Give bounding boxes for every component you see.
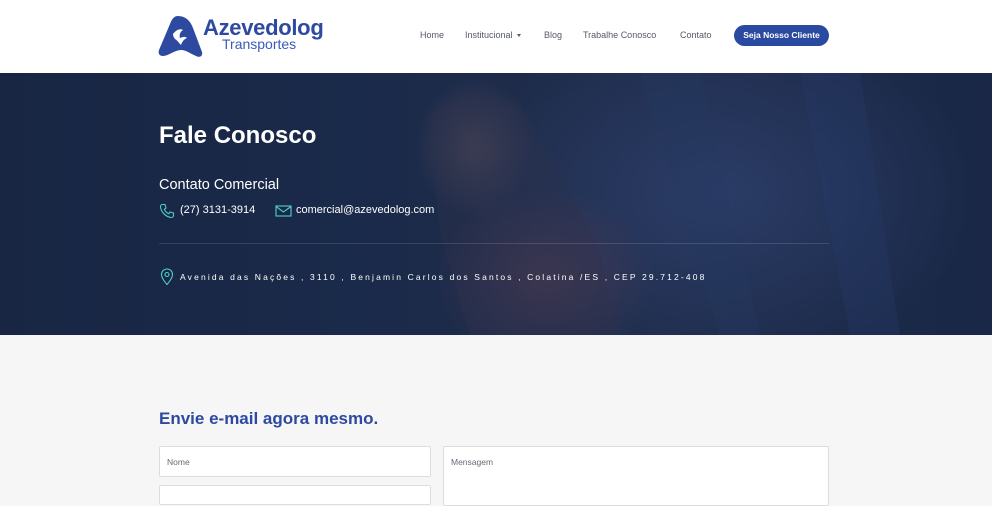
nav-institucional[interactable]: Institucional [465, 30, 521, 40]
name-input[interactable]: Nome [159, 446, 431, 477]
message-textarea[interactable]: Mensagem [443, 446, 829, 506]
nav-trabalhe-conosco[interactable]: Trabalhe Conosco [583, 30, 656, 40]
brand-tagline: Transportes [222, 36, 297, 52]
phone-number[interactable]: (27) 3131-3914 [180, 204, 255, 216]
rabbit-mark-icon [158, 16, 203, 57]
hero-divider [159, 243, 829, 244]
second-input[interactable] [159, 485, 431, 505]
nav-institucional-label: Institucional [465, 30, 513, 40]
form-title: Envie e-mail agora mesmo. [159, 409, 379, 428]
hero-overlay [0, 73, 992, 335]
map-pin-icon [160, 268, 174, 286]
company-address: Avenida das Nações , 3110 , Benjamin Car… [180, 272, 707, 282]
nav-home[interactable]: Home [420, 30, 444, 40]
email-address[interactable]: comercial@azevedolog.com [296, 204, 434, 216]
contact-hero: Fale Conosco Contato Comercial (27) 3131… [0, 73, 992, 335]
nav-blog[interactable]: Blog [544, 30, 562, 40]
brand-logo[interactable]: Azevedolog Transportes [158, 12, 333, 58]
phone-icon [159, 203, 175, 219]
mail-icon [275, 205, 292, 217]
page-title: Fale Conosco [159, 122, 317, 149]
nav-contato[interactable]: Contato [680, 30, 712, 40]
site-header: Azevedolog Transportes Home Instituciona… [0, 0, 992, 73]
section-subtitle: Contato Comercial [159, 177, 280, 193]
name-placeholder: Nome [167, 457, 190, 467]
seja-nosso-cliente-button[interactable]: Seja Nosso Cliente [734, 25, 829, 46]
caret-down-icon [516, 34, 521, 38]
message-placeholder: Mensagem [451, 457, 494, 467]
